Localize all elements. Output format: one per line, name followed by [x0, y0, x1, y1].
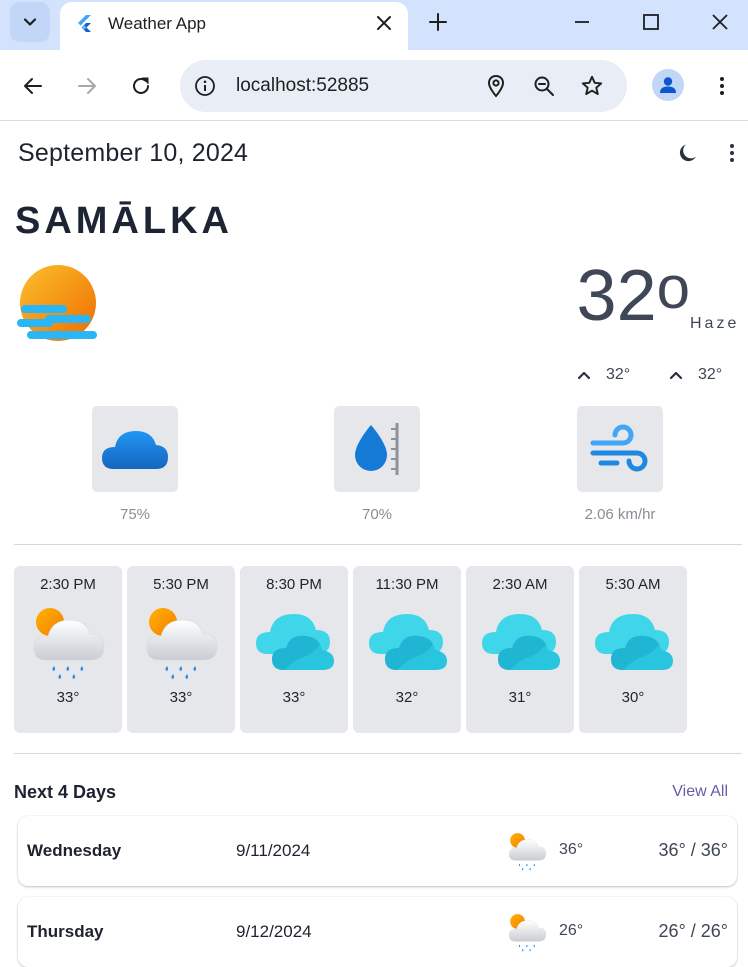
high-temperature-value: 32° — [606, 366, 631, 383]
day-name: Wednesday — [27, 841, 122, 860]
cloud-icon — [367, 602, 447, 682]
day-date: 9/12/2024 — [236, 922, 312, 941]
hourly-temp: 30° — [621, 689, 645, 706]
sun-rain-cloud-icon — [28, 602, 108, 682]
chevron-up-icon — [669, 371, 683, 380]
hourly-temp: 31° — [508, 689, 532, 706]
hourly-card[interactable]: 5:30 PM 33° — [127, 566, 235, 733]
hourly-time: 5:30 PM — [153, 576, 209, 593]
hourly-time: 11:30 PM — [375, 576, 439, 593]
address-bar[interactable]: localhost:52885 — [180, 60, 627, 112]
city-name: SAMĀLKA — [15, 200, 233, 242]
hourly-card[interactable]: 8:30 PM 33° — [240, 566, 348, 733]
weather-condition: Haze — [690, 315, 740, 332]
day-temp-range: 26° / 26° — [658, 921, 728, 941]
minimize-window-icon[interactable] — [572, 12, 592, 32]
tab-title: Weather App — [108, 14, 206, 33]
hourly-temp: 33° — [282, 689, 306, 706]
app-menu-icon[interactable] — [722, 141, 742, 165]
sun-rain-cloud-icon — [141, 602, 221, 682]
day-date: 9/11/2024 — [236, 841, 311, 860]
chevron-up-icon — [577, 371, 591, 380]
section-divider — [14, 753, 742, 754]
cloud-icon — [480, 602, 560, 682]
close-window-icon[interactable] — [710, 12, 730, 32]
profile-avatar[interactable] — [652, 69, 684, 101]
wind-icon — [590, 424, 648, 472]
hourly-time: 5:30 AM — [605, 576, 661, 593]
reload-icon[interactable] — [129, 74, 153, 98]
person-icon — [660, 77, 676, 93]
browser-toolbar: localhost:52885 — [0, 50, 748, 121]
hourly-time: 2:30 AM — [492, 576, 548, 593]
day-temp: 26° — [559, 922, 584, 939]
humidity-drop-icon — [355, 423, 399, 475]
hourly-card[interactable]: 2:30 PM 33° — [14, 566, 122, 733]
address-url[interactable]: localhost:52885 — [236, 75, 369, 97]
bookmark-star-icon[interactable] — [580, 74, 604, 98]
degree-symbol: o — [656, 254, 690, 321]
daily-forecast-row[interactable]: Wednesday 9/11/2024 36° 36° / 36° — [18, 816, 737, 886]
view-all-link[interactable]: View All — [672, 783, 728, 801]
wind-stat: 2.06 km/hr — [577, 406, 663, 523]
dark-mode-moon-icon[interactable] — [676, 141, 700, 165]
hourly-card[interactable]: 5:30 AM 30° — [579, 566, 687, 733]
browser-tab-active[interactable]: Weather App — [60, 2, 408, 50]
temperature-value: 32 — [576, 256, 657, 336]
zoom-out-icon[interactable] — [532, 74, 556, 98]
low-temperature-value: 32° — [698, 366, 723, 383]
chevron-down-icon — [23, 18, 37, 26]
current-date: September 10, 2024 — [18, 139, 249, 167]
haze-sun-icon — [17, 265, 97, 341]
daily-forecast-row[interactable]: Thursday 9/12/2024 26° 26° / 26° — [18, 897, 737, 967]
new-tab-plus-icon[interactable] — [426, 10, 450, 34]
cloud-icon — [102, 431, 168, 469]
next-days-heading: Next 4 Days — [14, 782, 117, 802]
hourly-temp: 33° — [56, 689, 80, 706]
clouds-value: 75% — [119, 506, 151, 523]
wind-stat-tile — [577, 406, 663, 492]
hourly-temp: 32° — [395, 689, 419, 706]
day-temp-range: 36° / 36° — [658, 840, 728, 860]
wind-value: 2.06 km/hr — [584, 506, 656, 523]
hourly-time: 8:30 PM — [266, 576, 322, 593]
current-temperature: 32o — [577, 258, 690, 333]
hourly-time: 2:30 PM — [40, 576, 96, 593]
hourly-card[interactable]: 2:30 AM 31° — [466, 566, 574, 733]
day-temp: 36° — [559, 841, 584, 858]
humidity-stat-tile — [334, 406, 420, 492]
weather-app: September 10, 2024 SAMĀLKA 32o Haze 32° … — [0, 122, 748, 967]
tab-search-button[interactable] — [10, 2, 50, 42]
humidity-stat: 70% — [334, 406, 420, 523]
hourly-card[interactable]: 11:30 PM 32° — [353, 566, 461, 733]
forward-arrow-icon[interactable] — [75, 74, 99, 98]
close-tab-icon[interactable] — [374, 13, 394, 33]
hourly-temp: 33° — [169, 689, 193, 706]
cloud-icon — [593, 602, 673, 682]
clouds-stat-tile — [92, 406, 178, 492]
browser-menu-icon[interactable] — [710, 74, 734, 98]
sun-rain-cloud-icon — [506, 830, 548, 872]
high-temperature: 32° — [576, 366, 630, 384]
section-divider — [14, 544, 742, 545]
flutter-logo-icon — [78, 15, 91, 32]
hourly-forecast: 2:30 PM 33° 5:30 PM 33° 8:30 PM 33° 11:3… — [14, 566, 687, 733]
back-arrow-icon[interactable] — [21, 74, 45, 98]
clouds-stat: 75% — [92, 406, 178, 523]
sun-rain-cloud-icon — [506, 911, 548, 953]
humidity-value: 70% — [361, 506, 393, 523]
cloud-icon — [254, 602, 334, 682]
location-pin-icon[interactable] — [484, 74, 508, 98]
low-temperature: 32° — [668, 366, 722, 384]
site-info-icon[interactable] — [194, 75, 216, 97]
maximize-window-icon[interactable] — [641, 12, 661, 32]
day-name: Thursday — [27, 922, 104, 941]
browser-tab-strip: Weather App — [0, 0, 748, 50]
